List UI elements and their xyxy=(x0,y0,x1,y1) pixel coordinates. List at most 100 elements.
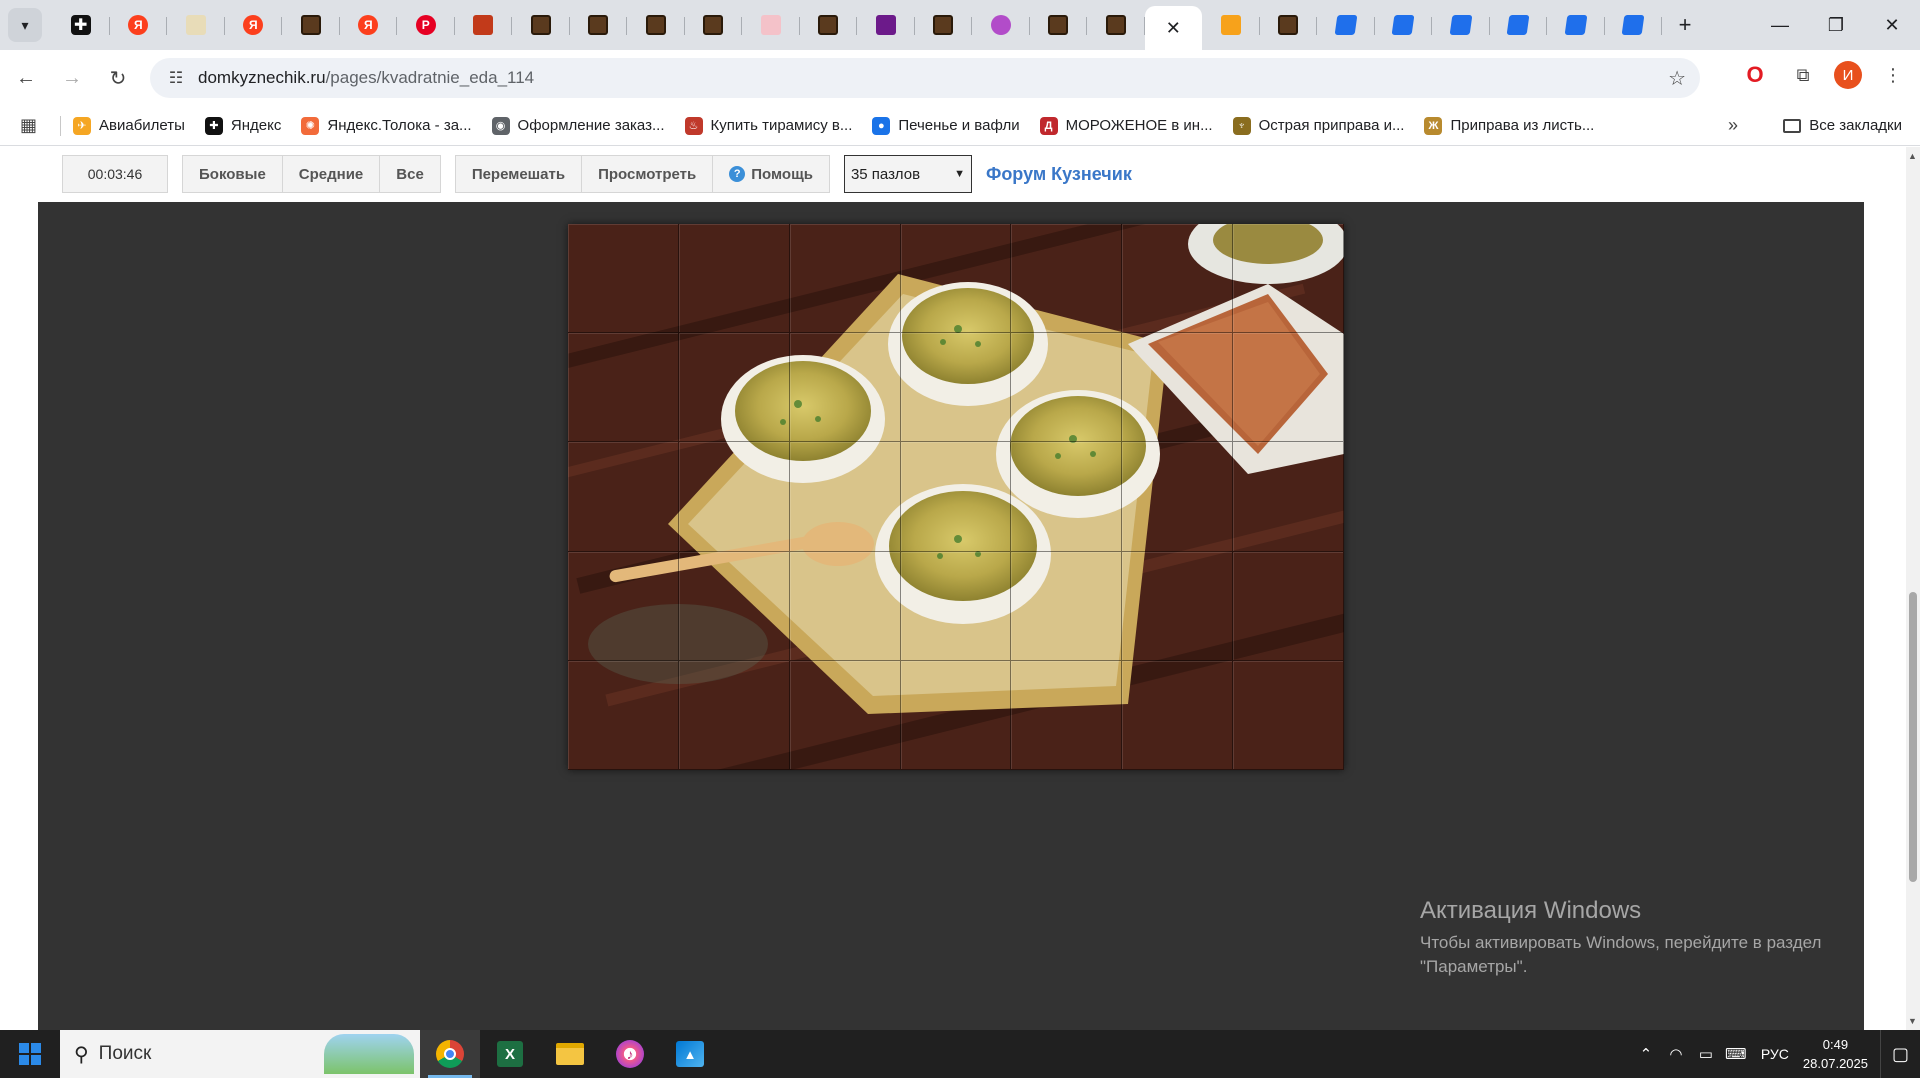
browser-tab[interactable]: ✕ xyxy=(1144,6,1202,50)
puzzle-piece[interactable] xyxy=(789,333,901,443)
browser-tab[interactable] xyxy=(800,5,858,45)
battery-icon[interactable]: ▭ xyxy=(1691,1045,1721,1063)
taskbar-excel[interactable]: X xyxy=(480,1030,540,1078)
puzzle-piece[interactable] xyxy=(789,551,901,661)
extensions-icon[interactable]: ⧉ xyxy=(1786,58,1820,92)
browser-tab[interactable] xyxy=(1202,5,1260,45)
puzzle-piece[interactable] xyxy=(1011,660,1123,770)
restore-icon[interactable]: ❐ xyxy=(1808,0,1864,50)
taskbar-explorer[interactable] xyxy=(540,1030,600,1078)
puzzle-piece[interactable] xyxy=(900,224,1012,334)
taskbar-photos[interactable]: ▲ xyxy=(660,1030,720,1078)
puzzle-piece[interactable] xyxy=(1011,333,1123,443)
puzzle-piece[interactable] xyxy=(789,224,901,334)
browser-tab[interactable] xyxy=(455,5,513,45)
puzzle-piece[interactable] xyxy=(900,442,1012,552)
puzzle-piece[interactable] xyxy=(1233,333,1344,443)
reload-button[interactable]: ↻ xyxy=(98,58,138,98)
puzzle-piece[interactable] xyxy=(1011,442,1123,552)
piece-count-select[interactable]: 35 пазлов ▼ xyxy=(843,155,972,193)
bookmark-item[interactable]: ✺ Яндекс.Толока - за... xyxy=(301,116,472,135)
minimize-icon[interactable]: — xyxy=(1752,0,1808,50)
browser-tab[interactable]: Я xyxy=(110,5,168,45)
forward-button[interactable]: → xyxy=(52,58,92,98)
puzzle-piece[interactable] xyxy=(1122,333,1234,443)
bookmark-star-icon[interactable]: ☆ xyxy=(1668,66,1686,91)
profile-avatar[interactable]: И xyxy=(1834,61,1862,89)
puzzle-piece[interactable] xyxy=(900,660,1012,770)
browser-tab[interactable] xyxy=(742,5,800,45)
bookmark-item[interactable]: ✈ Авиабилеты xyxy=(73,116,185,135)
browser-tab[interactable] xyxy=(915,5,973,45)
browser-tab[interactable] xyxy=(685,5,743,45)
puzzle-piece[interactable] xyxy=(1122,442,1234,552)
browser-tab[interactable] xyxy=(1087,5,1145,45)
puzzle-piece[interactable] xyxy=(1011,551,1123,661)
close-icon[interactable]: ✕ xyxy=(1166,18,1181,39)
puzzle-piece[interactable] xyxy=(568,224,679,334)
browser-tab[interactable]: ✚ xyxy=(52,5,110,45)
start-button[interactable] xyxy=(0,1030,60,1078)
tray-chevron-up-icon[interactable]: ⌃ xyxy=(1631,1045,1661,1063)
puzzle-piece[interactable] xyxy=(1233,660,1344,770)
address-bar[interactable]: ☷ domkyznechik.ru/pages/kvadratnie_eda_1… xyxy=(150,58,1700,98)
browser-tab[interactable] xyxy=(512,5,570,45)
bookmark-item[interactable]: ✚ Яндекс xyxy=(204,116,281,135)
back-button[interactable]: ← xyxy=(6,58,46,98)
puzzle-piece[interactable] xyxy=(1122,660,1234,770)
address-url[interactable]: domkyznechik.ru/pages/kvadratnie_eda_114 xyxy=(198,68,534,88)
browser-tab[interactable] xyxy=(1375,5,1433,45)
all-bookmarks-button[interactable]: Все закладки xyxy=(1783,117,1902,134)
browser-tab[interactable]: P xyxy=(397,5,455,45)
shuffle-button[interactable]: Перемешать xyxy=(454,155,583,193)
language-indicator[interactable]: РУС xyxy=(1761,1046,1789,1062)
scroll-up-icon[interactable]: ▲ xyxy=(1908,151,1917,161)
puzzle-piece[interactable] xyxy=(568,333,679,443)
tab-search-button[interactable]: ▾ xyxy=(8,8,42,42)
puzzle-piece[interactable] xyxy=(678,224,790,334)
bookmarks-overflow-icon[interactable]: » xyxy=(1728,115,1738,136)
all-pieces-button[interactable]: Все xyxy=(380,155,441,193)
taskbar-search[interactable]: ⚲ Поиск xyxy=(60,1030,420,1078)
taskbar-itunes[interactable]: ♪ xyxy=(600,1030,660,1078)
bookmark-item[interactable]: ● Печенье и вафли xyxy=(872,116,1020,135)
scroll-down-icon[interactable]: ▼ xyxy=(1908,1016,1917,1026)
side-pieces-button[interactable]: Боковые xyxy=(182,155,283,193)
browser-tab[interactable] xyxy=(1432,5,1490,45)
puzzle-image[interactable] xyxy=(568,224,1344,770)
browser-tab[interactable] xyxy=(1317,5,1375,45)
browser-tab[interactable] xyxy=(857,5,915,45)
page-scrollbar[interactable]: ▲ ▼ xyxy=(1906,147,1920,1030)
browser-tab[interactable] xyxy=(167,5,225,45)
preview-button[interactable]: Просмотреть xyxy=(582,155,714,193)
puzzle-piece[interactable] xyxy=(568,660,679,770)
bookmark-item[interactable]: Д МОРОЖЕНОЕ в ин... xyxy=(1039,116,1213,135)
opera-extension-icon[interactable]: O xyxy=(1738,58,1772,92)
notifications-icon[interactable]: ▢ xyxy=(1880,1030,1920,1078)
puzzle-piece[interactable] xyxy=(678,333,790,443)
browser-tab[interactable] xyxy=(282,5,340,45)
puzzle-piece[interactable] xyxy=(1011,224,1123,334)
puzzle-piece[interactable] xyxy=(678,660,790,770)
browser-tab[interactable] xyxy=(1547,5,1605,45)
puzzle-piece[interactable] xyxy=(568,442,679,552)
bookmark-item[interactable]: ♨ Купить тирамису в... xyxy=(684,116,852,135)
puzzle-piece[interactable] xyxy=(1122,224,1234,334)
bookmark-item[interactable]: Ж Приправа из листь... xyxy=(1424,116,1594,135)
middle-pieces-button[interactable]: Средние xyxy=(282,155,381,193)
browser-tab[interactable]: Я xyxy=(225,5,283,45)
keyboard-icon[interactable]: ⌨ xyxy=(1721,1045,1751,1063)
browser-tab[interactable] xyxy=(627,5,685,45)
browser-tab[interactable] xyxy=(1605,5,1663,45)
menu-dots-icon[interactable]: ⋮ xyxy=(1876,58,1910,92)
site-info-icon[interactable]: ☷ xyxy=(160,68,192,88)
network-icon[interactable]: ◠ xyxy=(1661,1045,1691,1063)
bookmark-item[interactable]: ♆ Острая приправа и... xyxy=(1232,116,1404,135)
puzzle-piece[interactable] xyxy=(678,551,790,661)
puzzle-piece[interactable] xyxy=(900,551,1012,661)
puzzle-piece[interactable] xyxy=(1233,551,1344,661)
browser-tab[interactable] xyxy=(1260,5,1318,45)
puzzle-piece[interactable] xyxy=(1233,442,1344,552)
puzzle-piece[interactable] xyxy=(568,551,679,661)
browser-tab[interactable] xyxy=(972,5,1030,45)
